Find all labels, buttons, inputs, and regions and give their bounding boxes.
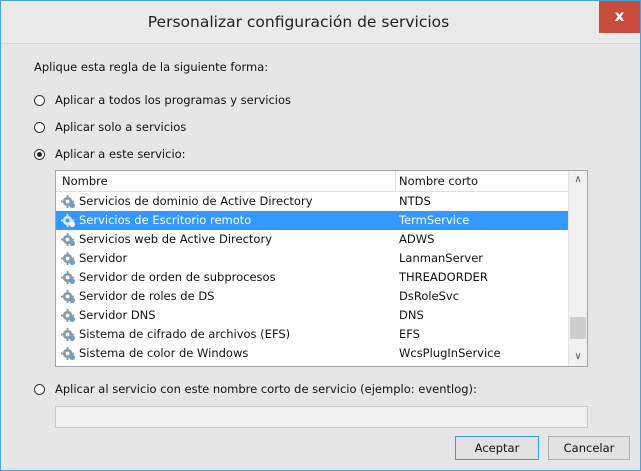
gear-service-icon: [61, 270, 76, 285]
table-row[interactable]: Sistema de color de Windows WcsPlugInSer…: [56, 344, 569, 363]
option-all-label[interactable]: Aplicar a todos los programas y servicio…: [55, 93, 291, 107]
table-row[interactable]: Servicios web de Active Directory ADWS: [56, 230, 569, 249]
close-button[interactable]: x: [599, 1, 640, 33]
column-header-short-name[interactable]: Nombre corto: [399, 174, 478, 188]
service-name: Servicios de Escritorio remoto: [79, 213, 252, 227]
table-row[interactable]: Servidor de roles de DS DsRoleSvc: [56, 287, 569, 306]
gear-service-icon: [61, 289, 76, 304]
radio-services-only[interactable]: [34, 122, 45, 133]
gear-service-icon: [61, 194, 76, 209]
column-divider[interactable]: [395, 171, 396, 191]
gear-service-icon: [61, 251, 76, 266]
service-short-name: LanmanServer: [399, 251, 483, 265]
table-row[interactable]: Servidor LanmanServer: [56, 249, 569, 268]
service-name: Servidor DNS: [79, 308, 156, 322]
service-name: Sistema de color de Windows: [79, 346, 249, 360]
title-bar[interactable]: Personalizar configuración de servicios …: [1, 1, 640, 44]
gear-service-icon: [61, 346, 76, 361]
radio-all-programs[interactable]: [34, 95, 45, 106]
service-short-name: THREADORDER: [399, 270, 488, 284]
service-short-name: EFS: [399, 327, 420, 341]
service-short-name: NTDS: [399, 194, 431, 208]
intro-label: Aplique esta regla de la siguiente forma…: [34, 60, 269, 74]
dialog-title: Personalizar configuración de servicios: [147, 13, 450, 31]
list-scrollbar[interactable]: ∧ ∨: [568, 171, 587, 366]
table-row[interactable]: Servidor DNS DNS: [56, 306, 569, 325]
scroll-down-icon[interactable]: ∨: [570, 349, 586, 365]
service-short-name: DNS: [399, 308, 424, 322]
list-header: Nombre Nombre corto: [56, 171, 569, 192]
table-row[interactable]: Servidor de orden de subprocesos THREADO…: [56, 268, 569, 287]
short-name-input[interactable]: [55, 406, 588, 428]
column-header-name[interactable]: Nombre: [62, 174, 108, 188]
option-this-service-label[interactable]: Aplicar a este servicio:: [55, 147, 186, 161]
option-services-label[interactable]: Aplicar solo a servicios: [55, 120, 186, 134]
service-name: Sistema de cifrado de archivos (EFS): [79, 327, 291, 341]
service-short-name: ADWS: [399, 232, 435, 246]
service-name: Servidor de roles de DS: [79, 289, 215, 303]
service-short-name: WcsPlugInService: [399, 346, 501, 360]
scroll-up-icon[interactable]: ∧: [570, 172, 586, 188]
option-short-name-label[interactable]: Aplicar al servicio con este nombre cort…: [55, 382, 477, 396]
gear-service-icon: [61, 327, 76, 342]
gear-service-icon: [61, 213, 76, 228]
table-row[interactable]: Sistema de cifrado de archivos (EFS) EFS: [56, 325, 569, 344]
service-short-name: DsRoleSvc: [399, 289, 460, 303]
service-name: Servidor: [79, 251, 128, 265]
radio-this-service[interactable]: [34, 149, 45, 160]
service-short-name: TermService: [399, 213, 470, 227]
scroll-thumb[interactable]: [570, 317, 586, 339]
ok-button[interactable]: Aceptar: [455, 436, 539, 460]
service-name: Servidor de orden de subprocesos: [79, 270, 276, 284]
table-row-selected[interactable]: Servicios de Escritorio remoto TermServi…: [56, 211, 569, 230]
service-list[interactable]: Nombre Nombre corto Servicios de dominio…: [55, 170, 588, 367]
cancel-button[interactable]: Cancelar: [548, 436, 630, 460]
table-row[interactable]: Servicios de dominio de Active Directory…: [56, 192, 569, 211]
gear-service-icon: [61, 308, 76, 323]
gear-service-icon: [61, 232, 76, 247]
radio-short-name[interactable]: [34, 384, 45, 395]
service-name: Servicios web de Active Directory: [79, 232, 273, 246]
service-name: Servicios de dominio de Active Directory: [79, 194, 313, 208]
